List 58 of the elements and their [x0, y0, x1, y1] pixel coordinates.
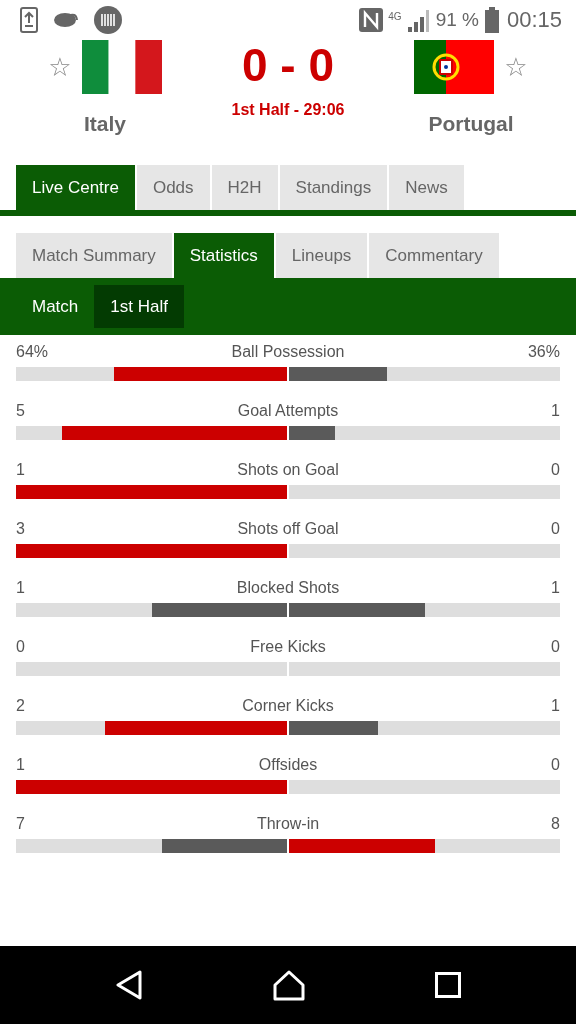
- tab[interactable]: Live Centre: [16, 165, 135, 210]
- home-value: 3: [16, 520, 25, 538]
- home-value: 1: [16, 461, 25, 479]
- home-value: 7: [16, 815, 25, 833]
- score: 0 - 0: [241, 40, 334, 91]
- stat-name: Blocked Shots: [236, 579, 340, 597]
- recents-icon[interactable]: [435, 972, 461, 998]
- stat-name: Offsides: [258, 756, 318, 774]
- period-tab[interactable]: Match: [16, 285, 95, 328]
- stat-name: Free Kicks: [250, 638, 326, 656]
- battery-percent: 91 %: [435, 9, 479, 31]
- home-value: 2: [16, 697, 25, 715]
- away-value: 0: [551, 520, 560, 538]
- stat-name: Corner Kicks: [242, 697, 334, 715]
- tricolor-flag-icon: [81, 40, 162, 94]
- back-icon[interactable]: [115, 970, 143, 1000]
- nfc-icon: [358, 7, 385, 33]
- away-value: 8: [551, 815, 560, 833]
- stat-name: Shots off Goal: [237, 520, 339, 538]
- tab[interactable]: Lineups: [275, 233, 368, 278]
- barcode-circle-icon: [94, 6, 122, 34]
- favorite-star[interactable]: ☆: [48, 54, 72, 80]
- upload-icon: [20, 7, 38, 33]
- home-value: 1: [16, 579, 25, 597]
- away-value: 36%: [527, 343, 560, 361]
- away-value: 0: [551, 638, 560, 656]
- stat-name: Ball Possession: [231, 343, 345, 361]
- tab[interactable]: News: [389, 165, 464, 210]
- tab[interactable]: Match Summary: [16, 233, 172, 278]
- away-value: 1: [551, 697, 560, 715]
- stat-name: Throw-in: [256, 815, 320, 833]
- battery-icon: [484, 7, 499, 33]
- away-value: 0: [551, 756, 560, 774]
- flag-icon: [414, 40, 495, 94]
- clock: 00:15: [506, 7, 562, 33]
- tab[interactable]: Odds: [136, 165, 210, 210]
- network-type: 4G: [388, 11, 402, 22]
- home-value: 0: [16, 638, 25, 656]
- stat-name: Goal Attempts: [237, 402, 339, 420]
- away-value: 0: [551, 461, 560, 479]
- home-value: 64%: [16, 343, 49, 361]
- match-period: 1st Half - 29:06: [231, 100, 345, 119]
- tab[interactable]: Statistics: [173, 233, 274, 278]
- away-value: 1: [551, 579, 560, 597]
- home-icon[interactable]: [273, 969, 305, 1001]
- stat-name: Shots on Goal: [237, 461, 339, 479]
- away-value: 1: [551, 402, 560, 420]
- favorite-star[interactable]: ☆: [504, 54, 528, 80]
- period-tab[interactable]: 1st Half: [94, 285, 184, 328]
- team-name: Portugal: [428, 112, 514, 136]
- cloud-icon: [54, 12, 78, 28]
- tab[interactable]: Commentary: [369, 233, 499, 278]
- team-name: Italy: [84, 112, 126, 136]
- tab[interactable]: H2H: [211, 165, 278, 210]
- home-value: 1: [16, 756, 25, 774]
- signal-icon: [405, 8, 430, 32]
- tab[interactable]: Standings: [279, 165, 388, 210]
- home-value: 5: [16, 402, 25, 420]
